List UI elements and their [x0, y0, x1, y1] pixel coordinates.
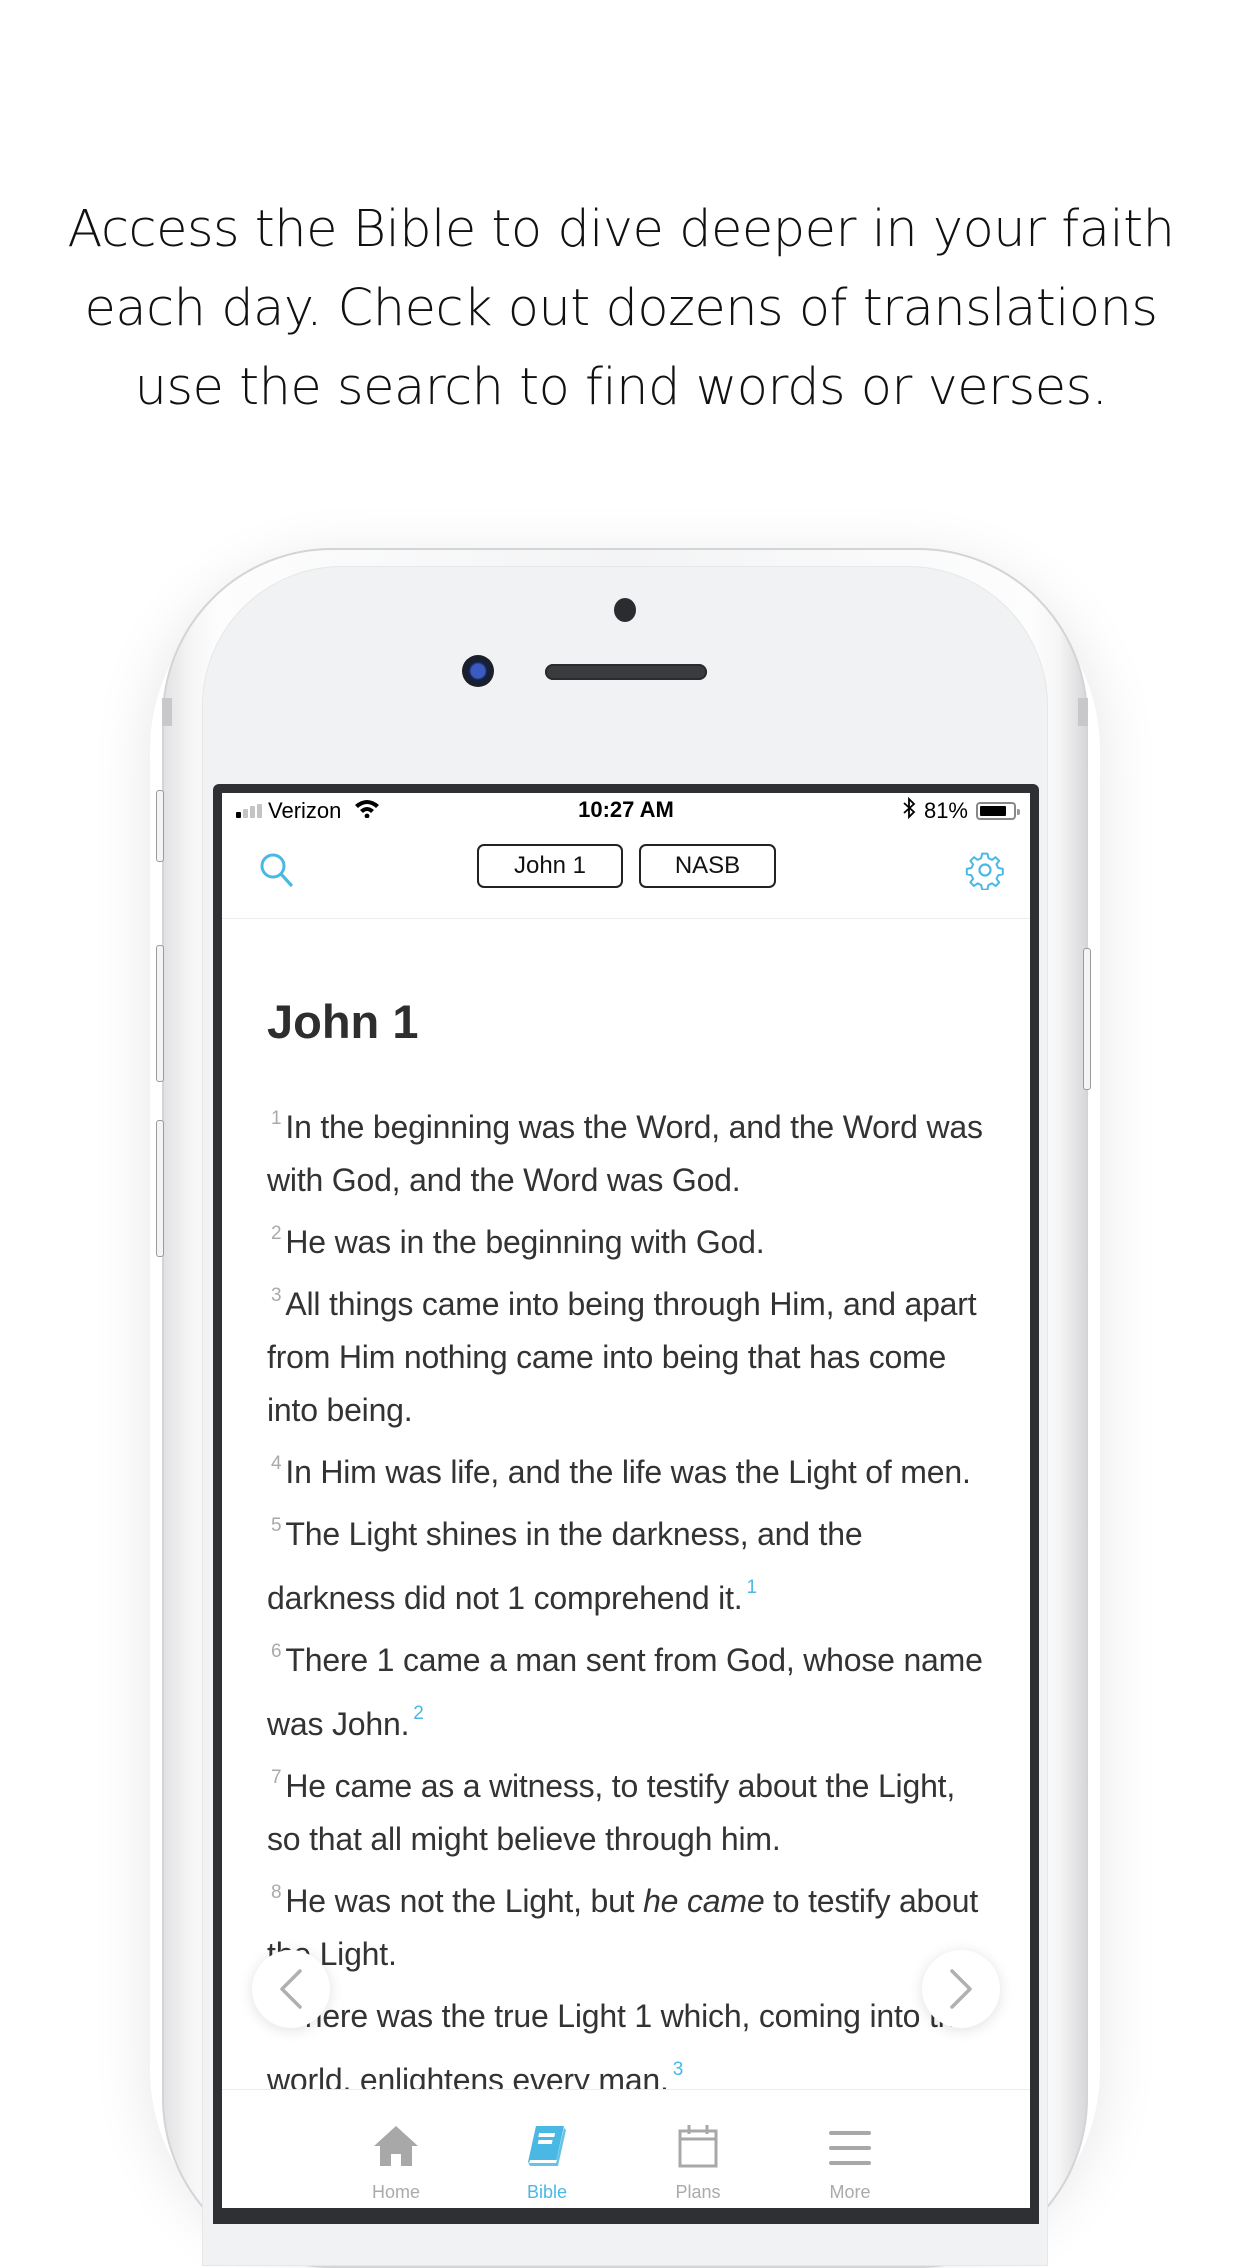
next-chapter-button[interactable]: [922, 1950, 1000, 2028]
reader-navbar: John 1 NASB: [222, 823, 1030, 919]
verse[interactable]: 3 All things came into being through Him,…: [267, 1269, 987, 1437]
search-icon: [260, 853, 293, 887]
tab-more[interactable]: More: [790, 2120, 910, 2203]
reader-content: John 1 1 In the beginning was the Word, a…: [267, 918, 987, 2107]
verse-text: There 1 came a man sent from God, whose …: [267, 1642, 983, 1742]
promo-headline: Access the Bible to dive deeper in your …: [0, 190, 1242, 427]
verse-text: He was in the beginning with God.: [285, 1224, 765, 1260]
antenna-band: [1078, 698, 1088, 726]
verse-text: He came as a witness, to testify about t…: [267, 1768, 956, 1857]
verse-number: 8: [271, 1882, 282, 1903]
wifi-icon: [353, 798, 381, 824]
verse[interactable]: 5 The Light shines in the darkness, and t…: [267, 1499, 987, 1625]
battery-percent: 81%: [923, 798, 968, 823]
signal-strength-icon: [236, 804, 262, 818]
chevron-left-icon: [280, 1969, 302, 2009]
verse-text: All things came into being through Him, …: [267, 1286, 977, 1428]
book-icon: [528, 2126, 566, 2166]
tab-label: Plans: [675, 2182, 721, 2202]
footnote-link[interactable]: 2: [413, 1703, 424, 1724]
tab-bar: Home Bible Plans More: [222, 2089, 1030, 2208]
verse[interactable]: 8 He was not the Light, but he came to te…: [267, 1866, 987, 1981]
volume-down-button: [156, 1120, 164, 1257]
footnote-link[interactable]: 1: [746, 1577, 757, 1598]
verse[interactable]: 4 In Him was life, and the life was the L…: [267, 1437, 987, 1499]
verse-text: In Him was life, and the life was the Li…: [285, 1454, 971, 1490]
carrier-name: Verizon: [268, 798, 342, 823]
verse-number: 2: [271, 1223, 282, 1244]
verse-text: There was the true Light 1 which, coming…: [267, 1998, 973, 2098]
verse-number: 6: [271, 1641, 282, 1662]
battery-icon: [976, 802, 1020, 820]
app-screen: Verizon 10:27 AM 81% John 1 NASB John 1 …: [222, 793, 1030, 2208]
verse-number: 1: [271, 1108, 282, 1129]
verse[interactable]: 7 He came as a witness, to testify about …: [267, 1751, 987, 1866]
chevron-right-icon: [950, 1969, 972, 2009]
settings-button[interactable]: [960, 845, 1010, 895]
verse-text: The Light shines in the darkness, and th…: [267, 1516, 863, 1616]
tab-label: More: [829, 2182, 871, 2202]
verse[interactable]: 1 In the beginning was the Word, and the …: [267, 1092, 987, 1207]
promo-line: each day. Check out dozens of translatio…: [84, 279, 1159, 338]
chapter-title: John 1: [267, 995, 419, 1048]
verse-number: 7: [271, 1767, 282, 1788]
promo-line: use the search to find words or verses.: [134, 358, 1108, 417]
promo-line: Access the Bible to dive deeper in your …: [67, 200, 1175, 259]
front-camera: [462, 655, 494, 687]
verse[interactable]: 6 There 1 came a man sent from God, whose…: [267, 1625, 987, 1751]
verse-text: In the beginning was the Word, and the W…: [267, 1109, 983, 1198]
bluetooth-icon: [902, 796, 916, 825]
gear-icon: [965, 852, 1004, 890]
menu-icon: [829, 2131, 871, 2165]
tab-plans[interactable]: Plans: [638, 2120, 758, 2203]
tab-bible[interactable]: Bible: [487, 2120, 607, 2203]
verse-text: he came: [643, 1883, 765, 1919]
tab-label: Bible: [526, 2182, 568, 2202]
footnote-link[interactable]: 3: [673, 2059, 684, 2080]
proximity-sensor: [614, 598, 636, 622]
volume-up-button: [156, 945, 164, 1082]
status-bar: Verizon 10:27 AM 81%: [222, 793, 1030, 823]
search-button[interactable]: [252, 845, 302, 895]
earpiece-speaker: [545, 664, 707, 680]
tab-home[interactable]: Home: [336, 2120, 456, 2203]
antenna-band: [162, 698, 172, 726]
power-button: [1083, 948, 1091, 1090]
version-selector-button[interactable]: NASB: [639, 844, 776, 888]
mute-switch: [156, 790, 164, 862]
calendar-icon: [678, 2125, 718, 2168]
verse-number: 5: [271, 1515, 282, 1536]
verse-text: He was not the Light, but: [285, 1883, 644, 1919]
verse-list: 1 In the beginning was the Word, and the …: [267, 1092, 987, 2107]
verse-number: 3: [271, 1285, 282, 1306]
home-icon: [374, 2126, 418, 2166]
tab-label: Home: [371, 2182, 420, 2202]
chapter-selector-button[interactable]: John 1: [477, 844, 623, 888]
previous-chapter-button[interactable]: [252, 1950, 330, 2028]
verse[interactable]: 2 He was in the beginning with God.: [267, 1207, 987, 1269]
battery-level: [980, 806, 1006, 816]
verse-number: 4: [271, 1453, 282, 1474]
